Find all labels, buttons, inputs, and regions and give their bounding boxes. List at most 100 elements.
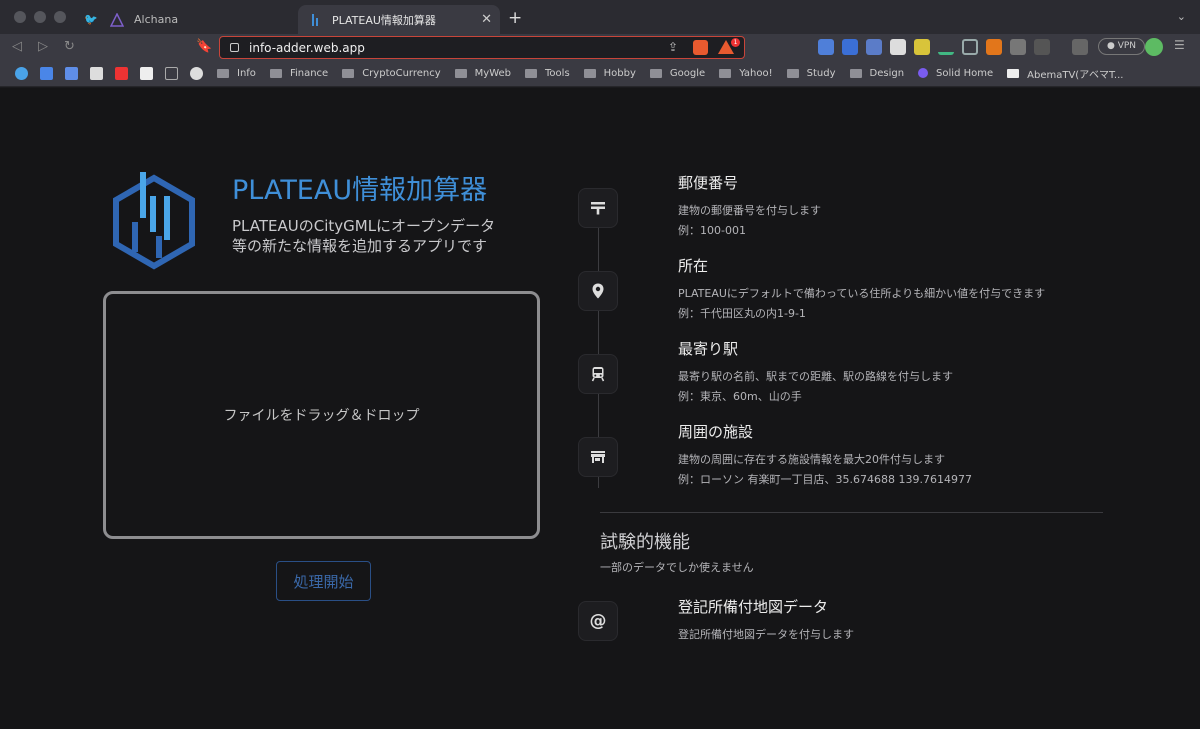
app-description-line: PLATEAUのCityGMLにオープンデータ — [232, 217, 496, 235]
abc-extension-icon[interactable] — [914, 39, 930, 55]
folder-icon — [649, 68, 662, 78]
bookmark-folder[interactable]: Design — [849, 68, 904, 79]
tab-label: PLATEAU情報加算器 — [332, 13, 436, 27]
folder-icon — [786, 68, 799, 78]
feature-description: 建物の周囲に存在する施設情報を最大20件付与します — [678, 453, 945, 466]
feature-title: 周囲の施設 — [678, 423, 754, 441]
translate-extension-icon[interactable] — [818, 39, 834, 55]
bitwarden-extension-icon[interactable] — [842, 39, 858, 55]
calendar-bookmark-icon[interactable] — [40, 66, 53, 80]
file-dropzone[interactable]: ファイルをドラッグ＆ドロップ — [103, 291, 540, 539]
tab-alchana[interactable]: Alchana — [100, 5, 290, 34]
bookmark-icon[interactable] — [165, 66, 178, 80]
feature-description: 建物の郵便番号を付与します — [678, 204, 821, 217]
twitter-icon: 🐦 — [84, 13, 98, 26]
plateau-logo-icon — [113, 172, 195, 270]
tab-label: Alchana — [134, 13, 179, 26]
experimental-section-subtitle: 一部のデータでしか使えません — [600, 561, 754, 574]
close-tab-icon[interactable]: ✕ — [481, 12, 492, 27]
translate-bookmark-icon[interactable] — [65, 66, 78, 80]
bookmark-link[interactable]: AbemaTV(アベマT... — [1007, 66, 1123, 81]
bookmark-label: Info — [237, 67, 256, 79]
section-divider — [600, 512, 1103, 513]
reload-button[interactable]: ↻ — [64, 39, 75, 54]
forward-button[interactable]: ▷ — [38, 39, 48, 54]
bookmark-icon[interactable]: 🔖 — [196, 39, 212, 54]
browser-toolbar: ◁ ▷ ↻ 🔖 info-adder.web.app ⇪ 1 ● VPN ☰ — [0, 34, 1200, 60]
youtube-bookmark-icon[interactable] — [115, 66, 128, 80]
window-controls — [14, 11, 66, 23]
twitter-bookmark-icon[interactable] — [15, 66, 28, 80]
lock-icon — [230, 43, 239, 52]
share-icon[interactable]: ⇪ — [668, 40, 678, 54]
bookmark-folder[interactable]: Finance — [269, 68, 328, 79]
bookmark-label: Tools — [545, 67, 570, 79]
tab-plateau[interactable]: PLATEAU情報加算器 ✕ — [298, 5, 500, 34]
bookmark-folder[interactable]: Yahoo! — [719, 68, 773, 79]
sidebar-icon[interactable] — [1034, 39, 1050, 55]
train-icon — [578, 354, 618, 394]
profile-avatar[interactable] — [1145, 38, 1163, 56]
address-bar[interactable]: info-adder.web.app ⇪ 1 — [219, 36, 745, 59]
folder-icon — [342, 68, 355, 78]
close-window-button[interactable] — [14, 11, 26, 23]
folder-icon — [719, 68, 732, 78]
bookmark-folder[interactable]: Tools — [525, 68, 570, 79]
back-button[interactable]: ◁ — [12, 39, 22, 54]
bookmark-icon[interactable] — [90, 66, 103, 80]
chevron-down-icon[interactable]: ⌄ — [1177, 10, 1186, 23]
vue-devtools-icon[interactable] — [938, 39, 954, 55]
metamask-extension-icon[interactable] — [986, 39, 1002, 55]
app-description: PLATEAUのCityGMLにオープンデータ 等の新たな情報を追加するアプリで… — [232, 216, 532, 256]
new-tab-button[interactable]: + — [508, 8, 522, 28]
menu-icon[interactable]: ☰ — [1174, 38, 1185, 52]
feature-postal-code: 郵便番号 建物の郵便番号を付与します 例：100-001 — [678, 172, 821, 241]
solid-home-icon — [918, 68, 929, 78]
notion-extension-icon[interactable] — [890, 39, 906, 55]
bookmark-label: AbemaTV(アベマT... — [1027, 69, 1124, 81]
bookmark-link[interactable]: Solid Home — [918, 68, 993, 79]
dropzone-label: ファイルをドラッグ＆ドロップ — [223, 408, 420, 424]
folder-icon — [269, 68, 282, 78]
feature-example: 例：千代田区丸の内1-9-1 — [678, 307, 806, 320]
feature-description: 最寄り駅の名前、駅までの距離、駅の路線を付与します — [678, 370, 953, 383]
url-text[interactable]: info-adder.web.app — [249, 41, 365, 55]
extension-icon[interactable] — [962, 39, 978, 55]
folder-icon — [525, 68, 538, 78]
feature-description: 登記所備付地図データを付与します — [678, 628, 854, 641]
bookmark-label: Study — [806, 67, 836, 79]
folder-icon — [849, 68, 862, 78]
bookmark-folder[interactable]: Hobby — [583, 67, 636, 79]
puzzle-extensions-icon[interactable] — [1010, 39, 1026, 55]
maximize-window-button[interactable] — [54, 11, 66, 23]
abematv-icon — [1007, 68, 1020, 78]
feature-example: 例：東京、60m、山の手 — [678, 390, 802, 403]
vpn-button[interactable]: ● VPN — [1098, 38, 1146, 55]
folder-icon — [454, 68, 467, 78]
brave-shields-icon[interactable] — [693, 40, 708, 55]
bookmark-label: CryptoCurrency — [362, 67, 441, 79]
feature-nearest-station: 最寄り駅 最寄り駅の名前、駅までの距離、駅の路線を付与します 例：東京、60m、… — [678, 338, 953, 407]
bookmark-folder[interactable]: MyWeb — [454, 67, 512, 79]
bookmark-folder[interactable]: Google — [649, 68, 705, 79]
bookmark-folder[interactable]: Study — [786, 67, 836, 79]
start-processing-button[interactable]: 処理開始 — [276, 561, 371, 601]
app-description-line: 等の新たな情報を追加するアプリです — [232, 237, 488, 255]
bookmark-folder[interactable]: CryptoCurrency — [342, 67, 441, 79]
feature-nearby-facilities: 周囲の施設 建物の周囲に存在する施設情報を最大20件付与します 例：ローソン 有… — [678, 421, 972, 490]
feature-title: 所在 — [678, 257, 709, 275]
feature-example: 例：ローソン 有楽町一丁目店、35.674688 139.7614977 — [678, 473, 972, 486]
vpn-label: VPN — [1117, 41, 1137, 51]
github-bookmark-icon[interactable] — [190, 66, 203, 80]
page-title: PLATEAU情報加算器 — [232, 175, 488, 206]
extension-icons — [818, 39, 1088, 55]
bookmark-label: Hobby — [603, 67, 636, 79]
bookmark-label: MyWeb — [474, 67, 512, 79]
bookmarks-bar: Info Finance CryptoCurrency MyWeb Tools … — [0, 60, 1200, 87]
bookmark-folder[interactable]: Info — [217, 68, 256, 79]
wallet-icon[interactable] — [1072, 39, 1088, 55]
store-icon — [578, 437, 618, 477]
extension-icon[interactable] — [866, 39, 882, 55]
amazon-bookmark-icon[interactable] — [140, 66, 153, 80]
minimize-window-button[interactable] — [34, 11, 46, 23]
